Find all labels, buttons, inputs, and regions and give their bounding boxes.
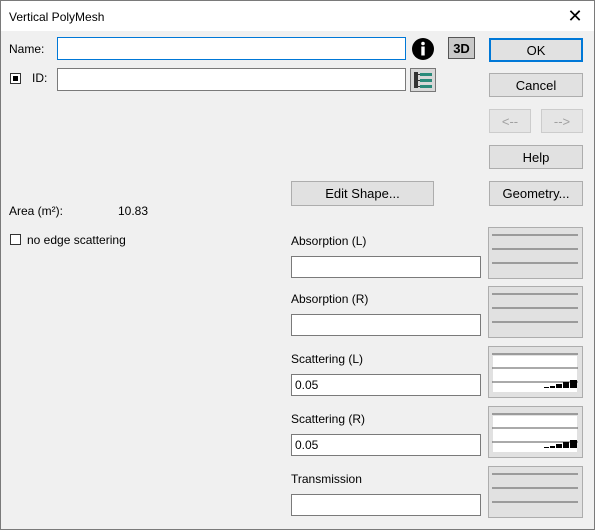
transmission-input[interactable] [291, 494, 481, 516]
scattering-left-graph-button[interactable] [488, 346, 583, 398]
absorption-right-input[interactable] [291, 314, 481, 336]
previous-label: <-- [501, 113, 519, 129]
next-label: --> [553, 113, 571, 129]
absorption-left-graph-button[interactable] [488, 227, 583, 279]
edit-shape-button[interactable]: Edit Shape... [291, 181, 434, 206]
id-label: ID: [32, 71, 48, 85]
3d-label: 3D [453, 40, 470, 56]
no-edge-scattering-checkbox[interactable] [10, 234, 21, 245]
no-edge-scattering-label: no edge scattering [27, 233, 126, 247]
scattering-left-graph [492, 353, 578, 392]
id-input[interactable] [57, 68, 406, 91]
geometry-button[interactable]: Geometry... [489, 181, 583, 206]
scattering-left-input[interactable] [291, 374, 481, 396]
scattering-right-label: Scattering (R) [291, 412, 366, 426]
transmission-label: Transmission [291, 472, 362, 486]
ok-button[interactable]: OK [489, 38, 583, 62]
absorption-right-graph [492, 293, 578, 323]
area-value: 10.83 [118, 204, 149, 218]
scattering-right-input[interactable] [291, 434, 481, 456]
cancel-button[interactable]: Cancel [489, 73, 583, 97]
edit-shape-label: Edit Shape... [325, 186, 400, 201]
ok-label: OK [526, 42, 546, 58]
help-button[interactable]: Help [489, 145, 583, 169]
scattering-right-graph-button[interactable] [488, 406, 583, 458]
scattering-right-graph [492, 413, 578, 452]
geometry-label: Geometry... [502, 186, 570, 201]
name-input[interactable] [57, 37, 406, 60]
dialog-window: Vertical PolyMesh ✕ Name: 3D ID: OK Canc… [0, 0, 595, 530]
name-label: Name: [9, 42, 45, 56]
tree-list-icon[interactable] [410, 68, 436, 92]
absorption-left-input[interactable] [291, 256, 481, 278]
next-button[interactable]: --> [541, 109, 583, 133]
id-checkbox[interactable] [10, 73, 21, 84]
close-icon[interactable]: ✕ [564, 5, 586, 27]
window-title: Vertical PolyMesh [9, 10, 105, 24]
area-label: Area (m²): [9, 204, 63, 218]
title-bar: Vertical PolyMesh ✕ [1, 1, 594, 31]
absorption-left-graph [492, 234, 578, 264]
absorption-right-graph-button[interactable] [488, 286, 583, 338]
transmission-graph-button[interactable] [488, 466, 583, 518]
3d-view-button[interactable]: 3D [448, 37, 475, 59]
cancel-label: Cancel [515, 77, 557, 93]
help-label: Help [522, 149, 550, 165]
absorption-right-label: Absorption (R) [291, 292, 369, 306]
scattering-left-label: Scattering (L) [291, 352, 364, 366]
transmission-graph [492, 473, 578, 503]
info-icon[interactable] [410, 37, 436, 61]
absorption-left-label: Absorption (L) [291, 234, 367, 248]
previous-button[interactable]: <-- [489, 109, 531, 133]
